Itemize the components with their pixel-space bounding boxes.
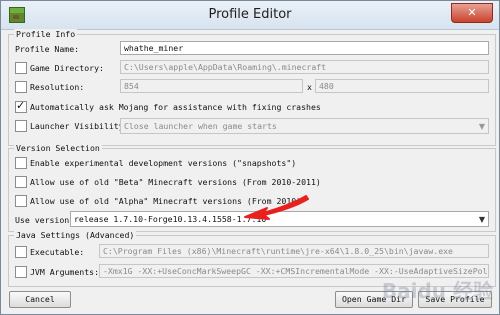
- annotation-arrow-path: [244, 195, 309, 220]
- baidu-watermark: Baidu 经验: [381, 279, 493, 303]
- profile-editor-window: Profile Editor ✕ Profile Info Profile Na…: [0, 0, 500, 315]
- annotation-arrow: [244, 195, 309, 220]
